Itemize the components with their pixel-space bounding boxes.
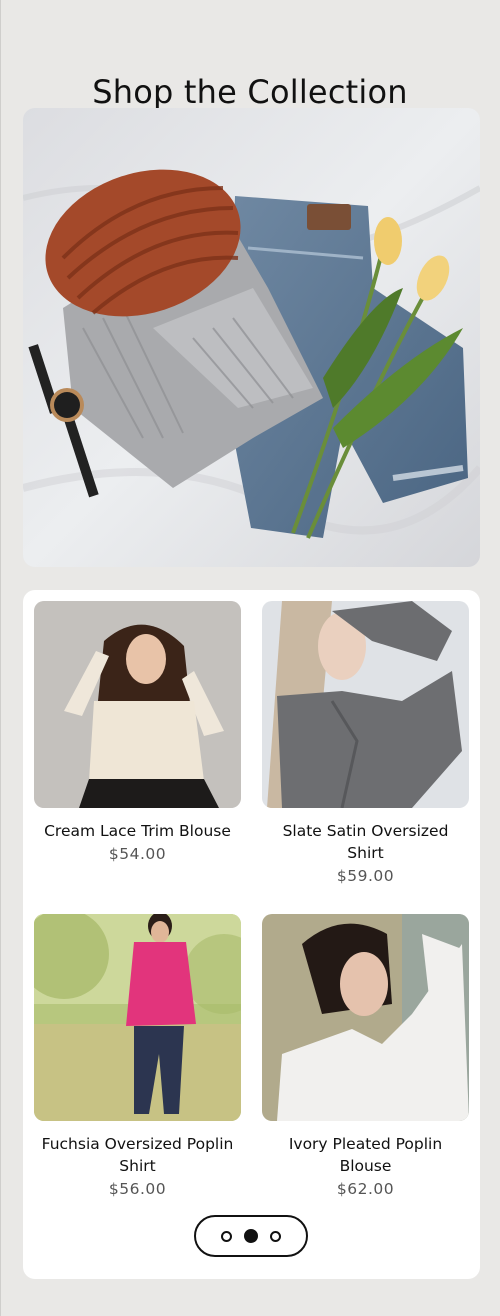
product-card[interactable]: Cream Lace Trim Blouse $54.00 bbox=[34, 601, 241, 863]
product-name[interactable]: Cream Lace Trim Blouse bbox=[34, 820, 241, 842]
product-card[interactable]: Ivory Pleated Poplin Blouse $62.00 bbox=[262, 914, 469, 1198]
hero-image[interactable] bbox=[23, 108, 480, 567]
page-dot-3[interactable] bbox=[270, 1230, 281, 1242]
product-name[interactable]: Fuchsia Oversized Poplin Shirt bbox=[34, 1133, 241, 1177]
carousel-pagination bbox=[194, 1215, 308, 1257]
product-image[interactable] bbox=[262, 601, 469, 808]
product-price: $62.00 bbox=[336, 1180, 395, 1198]
product-price: $59.00 bbox=[336, 867, 395, 885]
page-edge bbox=[0, 0, 1, 1316]
product-card[interactable]: Slate Satin Oversized Shirt $59.00 bbox=[262, 601, 469, 885]
product-image[interactable] bbox=[262, 914, 469, 1121]
product-carousel: Cream Lace Trim Blouse $54.00 Slate Sati… bbox=[23, 590, 480, 1279]
product-name[interactable]: Ivory Pleated Poplin Blouse bbox=[262, 1133, 469, 1177]
product-image[interactable] bbox=[34, 601, 241, 808]
page-dot-1[interactable] bbox=[221, 1230, 232, 1242]
product-card[interactable]: Fuchsia Oversized Poplin Shirt $56.00 bbox=[34, 914, 241, 1198]
product-price: $56.00 bbox=[108, 1180, 167, 1198]
page-title: Shop the Collection bbox=[92, 73, 408, 112]
page-dot-2-active[interactable] bbox=[244, 1229, 258, 1243]
product-name[interactable]: Slate Satin Oversized Shirt bbox=[262, 820, 469, 864]
product-price: $54.00 bbox=[108, 845, 167, 863]
product-image[interactable] bbox=[34, 914, 241, 1121]
